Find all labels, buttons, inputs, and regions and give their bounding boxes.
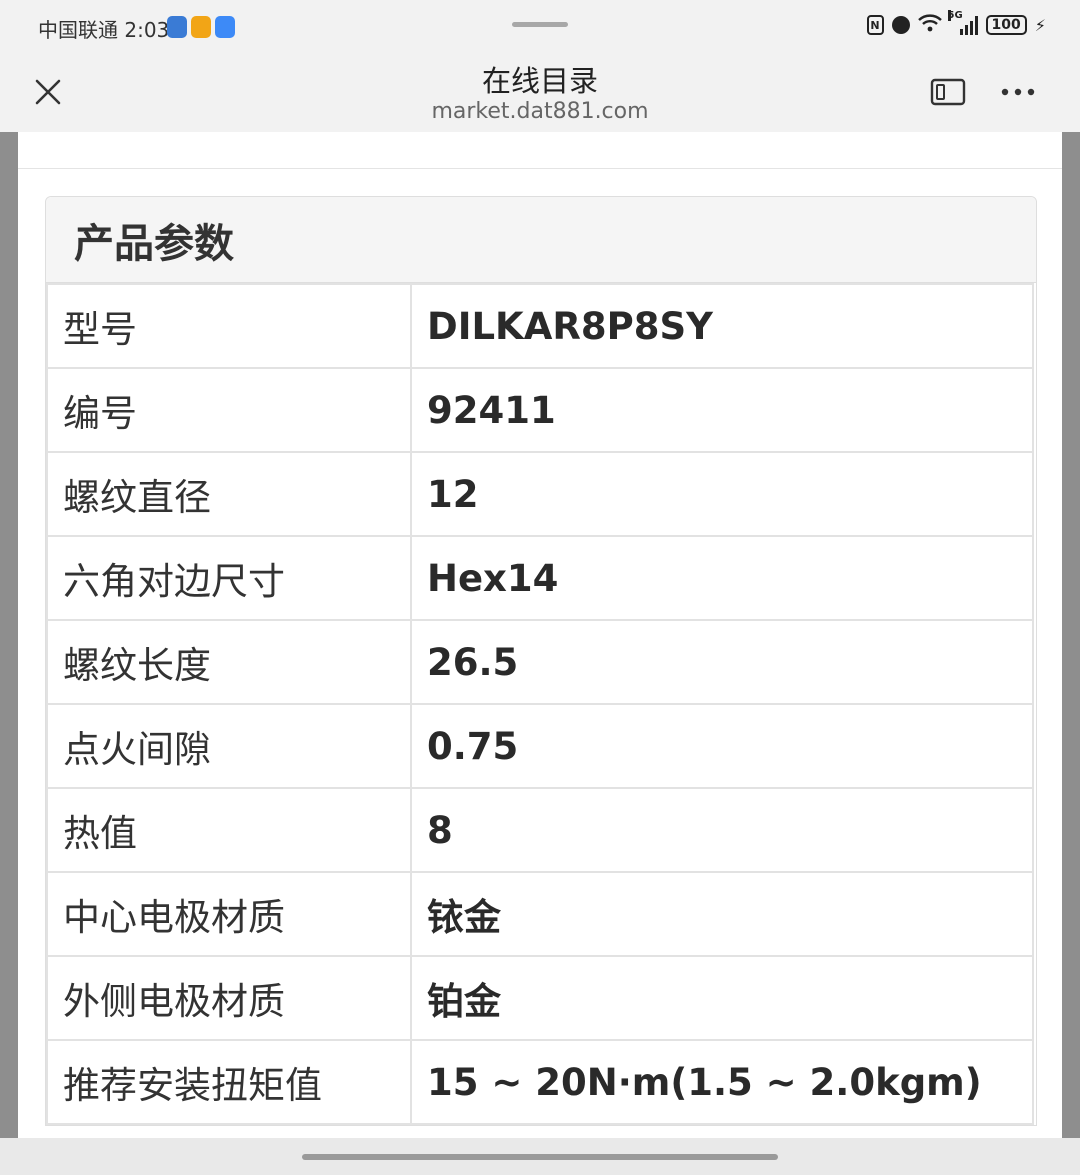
param-value: 0.75 xyxy=(410,703,1034,789)
table-row: 热值 8 xyxy=(46,787,1034,873)
param-label: 中心电极材质 xyxy=(46,871,412,957)
param-label: 编号 xyxy=(46,367,412,453)
table-row: 螺纹长度 26.5 xyxy=(46,619,1034,705)
nfc-icon: N xyxy=(866,15,884,35)
wifi-icon xyxy=(917,14,942,36)
param-label: 点火间隙 xyxy=(46,703,412,789)
signal-icon: 5G xyxy=(947,10,978,35)
param-value: 26.5 xyxy=(410,619,1034,705)
table-row: 型号 DILKAR8P8SY xyxy=(46,283,1034,369)
home-indicator[interactable] xyxy=(302,1154,778,1160)
table-row: 外侧电极材质 铂金 xyxy=(46,955,1034,1041)
param-value: 12 xyxy=(410,451,1034,537)
more-icon xyxy=(1001,88,1035,96)
param-label: 热值 xyxy=(46,787,412,873)
charging-bolt-icon: ⚡ xyxy=(1034,15,1046,35)
param-value: 15 ~ 20N·m(1.5 ~ 2.0kgm) xyxy=(410,1039,1034,1125)
notification-app-icons xyxy=(167,16,235,38)
page-content: 产品参数 型号 DILKAR8P8SY 编号 92411 螺纹直径 12 六角对… xyxy=(18,132,1062,1138)
more-button[interactable] xyxy=(996,76,1040,108)
browser-header: 中国联通 2:03 N 5G 100 ⚡ 在线目录 market.dat881.… xyxy=(0,0,1080,132)
param-label: 推荐安装扭矩值 xyxy=(46,1039,412,1125)
table-row: 点火间隙 0.75 xyxy=(46,703,1034,789)
param-label: 型号 xyxy=(46,283,412,369)
status-icons: N 5G 100 ⚡ xyxy=(866,10,1046,36)
network-type: 5G xyxy=(947,10,963,21)
product-params-panel: 产品参数 型号 DILKAR8P8SY 编号 92411 螺纹直径 12 六角对… xyxy=(45,196,1037,1126)
divider xyxy=(18,168,1062,169)
param-value: 铂金 xyxy=(410,955,1034,1041)
split-view-icon xyxy=(930,78,966,106)
drag-handle[interactable] xyxy=(512,22,568,27)
bottom-gesture-bar xyxy=(0,1138,1080,1175)
table-row: 螺纹直径 12 xyxy=(46,451,1034,537)
param-label: 外侧电极材质 xyxy=(46,955,412,1041)
table-row: 中心电极材质 铱金 xyxy=(46,871,1034,957)
param-value: 铱金 xyxy=(410,871,1034,957)
param-label: 螺纹长度 xyxy=(46,619,412,705)
table-row: 推荐安装扭矩值 15 ~ 20N·m(1.5 ~ 2.0kgm) xyxy=(46,1039,1034,1125)
notification-app-icon xyxy=(167,16,187,38)
param-value: DILKAR8P8SY xyxy=(410,283,1034,369)
param-label: 六角对边尺寸 xyxy=(46,535,412,621)
battery-level: 100 xyxy=(991,17,1021,33)
web-content-viewport[interactable]: 产品参数 型号 DILKAR8P8SY 编号 92411 螺纹直径 12 六角对… xyxy=(0,132,1080,1138)
table-row: 编号 92411 xyxy=(46,367,1034,453)
params-table: 型号 DILKAR8P8SY 编号 92411 螺纹直径 12 六角对边尺寸 H… xyxy=(46,283,1034,1125)
battery-icon: 100 xyxy=(985,15,1027,35)
param-label: 螺纹直径 xyxy=(46,451,412,537)
split-view-button[interactable] xyxy=(928,74,968,110)
param-value: 8 xyxy=(410,787,1034,873)
table-row: 六角对边尺寸 Hex14 xyxy=(46,535,1034,621)
param-value: Hex14 xyxy=(410,535,1034,621)
page-url: market.dat881.com xyxy=(431,99,649,124)
notification-app-icon xyxy=(215,16,235,38)
status-bar: 中国联通 2:03 N 5G 100 ⚡ xyxy=(0,0,1080,56)
alarm-icon xyxy=(891,16,910,34)
notification-app-icon xyxy=(191,16,211,38)
page-title: 在线目录 xyxy=(481,64,598,98)
carrier-time: 中国联通 2:03 xyxy=(38,18,170,42)
param-value: 92411 xyxy=(410,367,1034,453)
params-heading: 产品参数 xyxy=(46,197,1036,283)
